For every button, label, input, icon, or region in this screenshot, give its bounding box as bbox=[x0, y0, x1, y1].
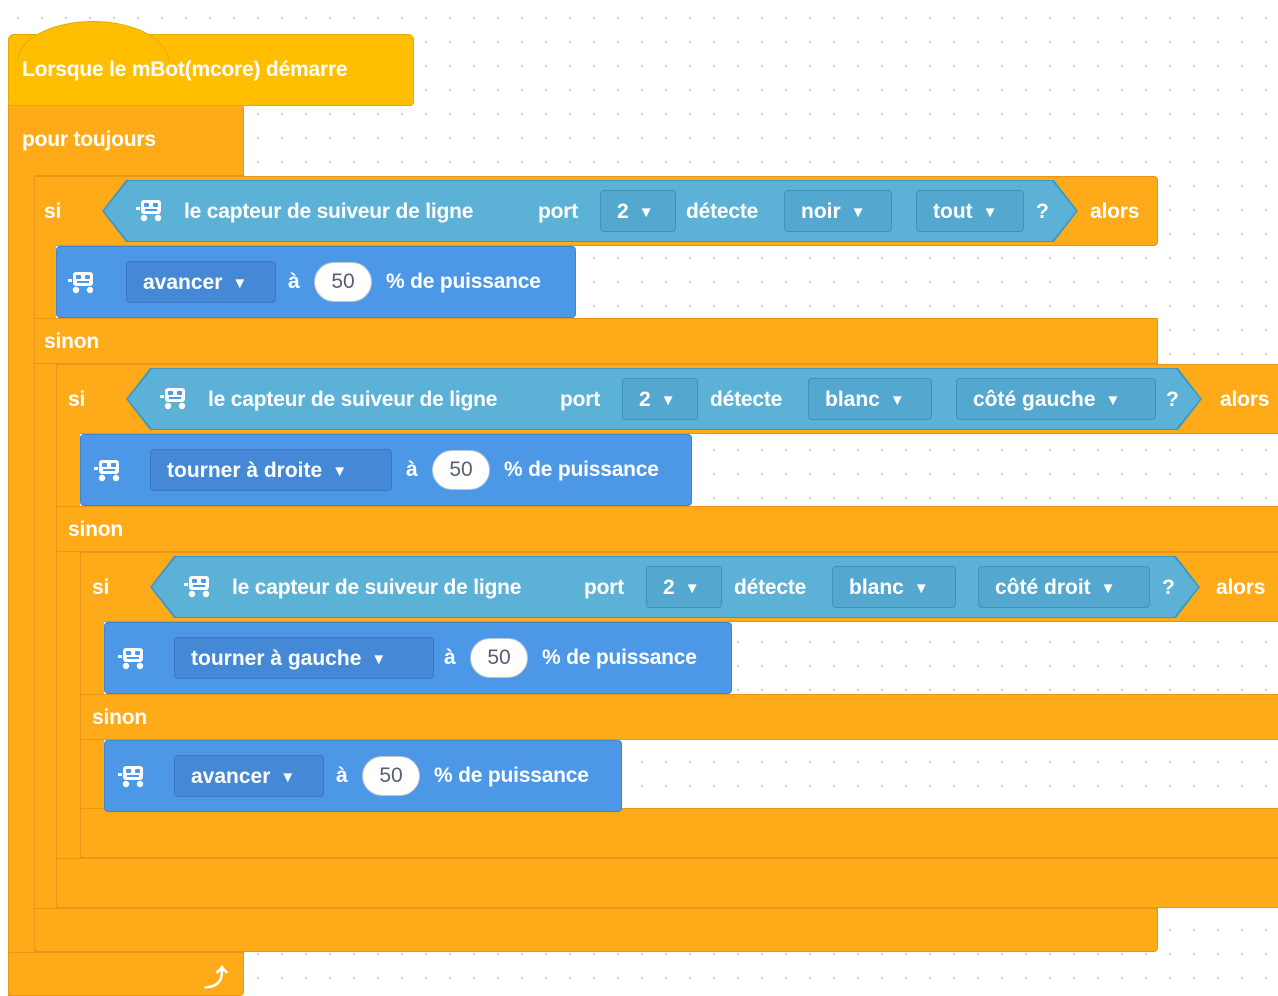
hat-label: Lorsque le mBot(mcore) démarre bbox=[22, 58, 348, 81]
chevron-down-icon: ▼ bbox=[889, 392, 905, 409]
move4-action-dropdown[interactable]: avancer ▼ bbox=[174, 755, 324, 797]
if3-port-dropdown[interactable]: 2 ▼ bbox=[646, 566, 722, 608]
move1-a-label: à bbox=[288, 270, 300, 293]
if3-color-dropdown[interactable]: blanc ▼ bbox=[832, 566, 956, 608]
if1-side-dropdown[interactable]: tout ▼ bbox=[916, 190, 1024, 232]
if3-then-label: alors bbox=[1216, 576, 1266, 599]
if3-color-value: blanc bbox=[849, 576, 904, 599]
if-else-2-sinon-bar bbox=[56, 506, 1278, 552]
chevron-down-icon: ▼ bbox=[1100, 580, 1116, 597]
if3-else-label: sinon bbox=[92, 706, 147, 729]
robot-icon bbox=[158, 386, 192, 410]
move1-suffix: % de puissance bbox=[386, 270, 541, 293]
hat-cap bbox=[17, 21, 169, 62]
if1-si-label: si bbox=[44, 200, 62, 223]
move3-power-input[interactable]: 50 bbox=[470, 638, 528, 678]
if2-port-label: port bbox=[560, 388, 601, 411]
move3-suffix: % de puissance bbox=[542, 646, 697, 669]
if3-sensor-label: le capteur de suiveur de ligne bbox=[232, 576, 522, 599]
if1-then-label: alors bbox=[1090, 200, 1140, 223]
if3-port-value: 2 bbox=[663, 576, 675, 599]
if2-question: ? bbox=[1166, 388, 1179, 411]
robot-icon bbox=[134, 198, 168, 222]
if1-sensor-label: le capteur de suiveur de ligne bbox=[184, 200, 474, 223]
if-else-3-sinon-bar bbox=[80, 694, 1278, 740]
if2-port-dropdown[interactable]: 2 ▼ bbox=[622, 378, 698, 420]
robot-icon bbox=[116, 764, 150, 788]
move2-action-value: tourner à droite bbox=[167, 459, 323, 482]
if2-then-label: alors bbox=[1220, 388, 1270, 411]
if3-side-dropdown[interactable]: côté droit ▼ bbox=[978, 566, 1150, 608]
robot-icon bbox=[116, 646, 150, 670]
move4-action-value: avancer bbox=[191, 765, 271, 788]
chevron-down-icon: ▼ bbox=[850, 204, 866, 221]
if-else-2-arm bbox=[56, 364, 80, 908]
if2-color-value: blanc bbox=[825, 388, 880, 411]
forever-label: pour toujours bbox=[22, 128, 156, 151]
move2-power-input[interactable]: 50 bbox=[432, 450, 490, 490]
move2-suffix: % de puissance bbox=[504, 458, 659, 481]
if1-port-dropdown[interactable]: 2 ▼ bbox=[600, 190, 676, 232]
if-else-1-arm bbox=[34, 176, 56, 952]
move1-action-value: avancer bbox=[143, 271, 223, 294]
chevron-down-icon: ▼ bbox=[982, 204, 998, 221]
if1-question: ? bbox=[1036, 200, 1049, 223]
robot-icon bbox=[66, 270, 100, 294]
if3-side-value: côté droit bbox=[995, 576, 1091, 599]
if1-side-value: tout bbox=[933, 200, 973, 223]
if-else-1-sinon-bar bbox=[34, 318, 1158, 364]
chevron-down-icon: ▼ bbox=[638, 204, 654, 221]
if1-port-value: 2 bbox=[617, 200, 629, 223]
if1-port-label: port bbox=[538, 200, 579, 223]
if3-port-label: port bbox=[584, 576, 625, 599]
chevron-down-icon: ▼ bbox=[1105, 392, 1121, 409]
if2-color-dropdown[interactable]: blanc ▼ bbox=[808, 378, 932, 420]
chevron-down-icon: ▼ bbox=[913, 580, 929, 597]
forever-block-arm bbox=[8, 104, 34, 996]
chevron-down-icon: ▼ bbox=[684, 580, 700, 597]
move3-a-label: à bbox=[444, 646, 456, 669]
chevron-down-icon: ▼ bbox=[660, 392, 676, 409]
if-else-3-bottom bbox=[80, 808, 1278, 858]
move2-a-label: à bbox=[406, 458, 418, 481]
if2-else-label: sinon bbox=[68, 518, 123, 541]
if1-detect-label: détecte bbox=[686, 200, 759, 223]
if-else-1-bottom bbox=[34, 908, 1158, 952]
if2-side-value: côté gauche bbox=[973, 388, 1096, 411]
move4-power-input[interactable]: 50 bbox=[362, 756, 420, 796]
loop-arrow-icon: ⤴ bbox=[204, 965, 228, 992]
move3-action-value: tourner à gauche bbox=[191, 647, 362, 670]
move1-action-dropdown[interactable]: avancer ▼ bbox=[126, 261, 276, 303]
if1-else-label: sinon bbox=[44, 330, 99, 353]
if3-si-label: si bbox=[92, 576, 110, 599]
chevron-down-icon: ▼ bbox=[371, 651, 387, 668]
if2-side-dropdown[interactable]: côté gauche ▼ bbox=[956, 378, 1156, 420]
move3-action-dropdown[interactable]: tourner à gauche ▼ bbox=[174, 637, 434, 679]
if2-detect-label: détecte bbox=[710, 388, 783, 411]
if3-question: ? bbox=[1162, 576, 1175, 599]
if2-si-label: si bbox=[68, 388, 86, 411]
if3-detect-label: détecte bbox=[734, 576, 807, 599]
robot-icon bbox=[182, 574, 216, 598]
chevron-down-icon: ▼ bbox=[280, 769, 296, 786]
chevron-down-icon: ▼ bbox=[232, 275, 248, 292]
move1-power-input[interactable]: 50 bbox=[314, 262, 372, 302]
if2-port-value: 2 bbox=[639, 388, 651, 411]
robot-icon bbox=[92, 458, 126, 482]
chevron-down-icon: ▼ bbox=[332, 463, 348, 480]
if1-color-dropdown[interactable]: noir ▼ bbox=[784, 190, 892, 232]
if-else-2-bottom bbox=[56, 858, 1278, 908]
if2-sensor-label: le capteur de suiveur de ligne bbox=[208, 388, 498, 411]
move4-a-label: à bbox=[336, 764, 348, 787]
move4-suffix: % de puissance bbox=[434, 764, 589, 787]
move2-action-dropdown[interactable]: tourner à droite ▼ bbox=[150, 449, 392, 491]
if1-color-value: noir bbox=[801, 200, 841, 223]
